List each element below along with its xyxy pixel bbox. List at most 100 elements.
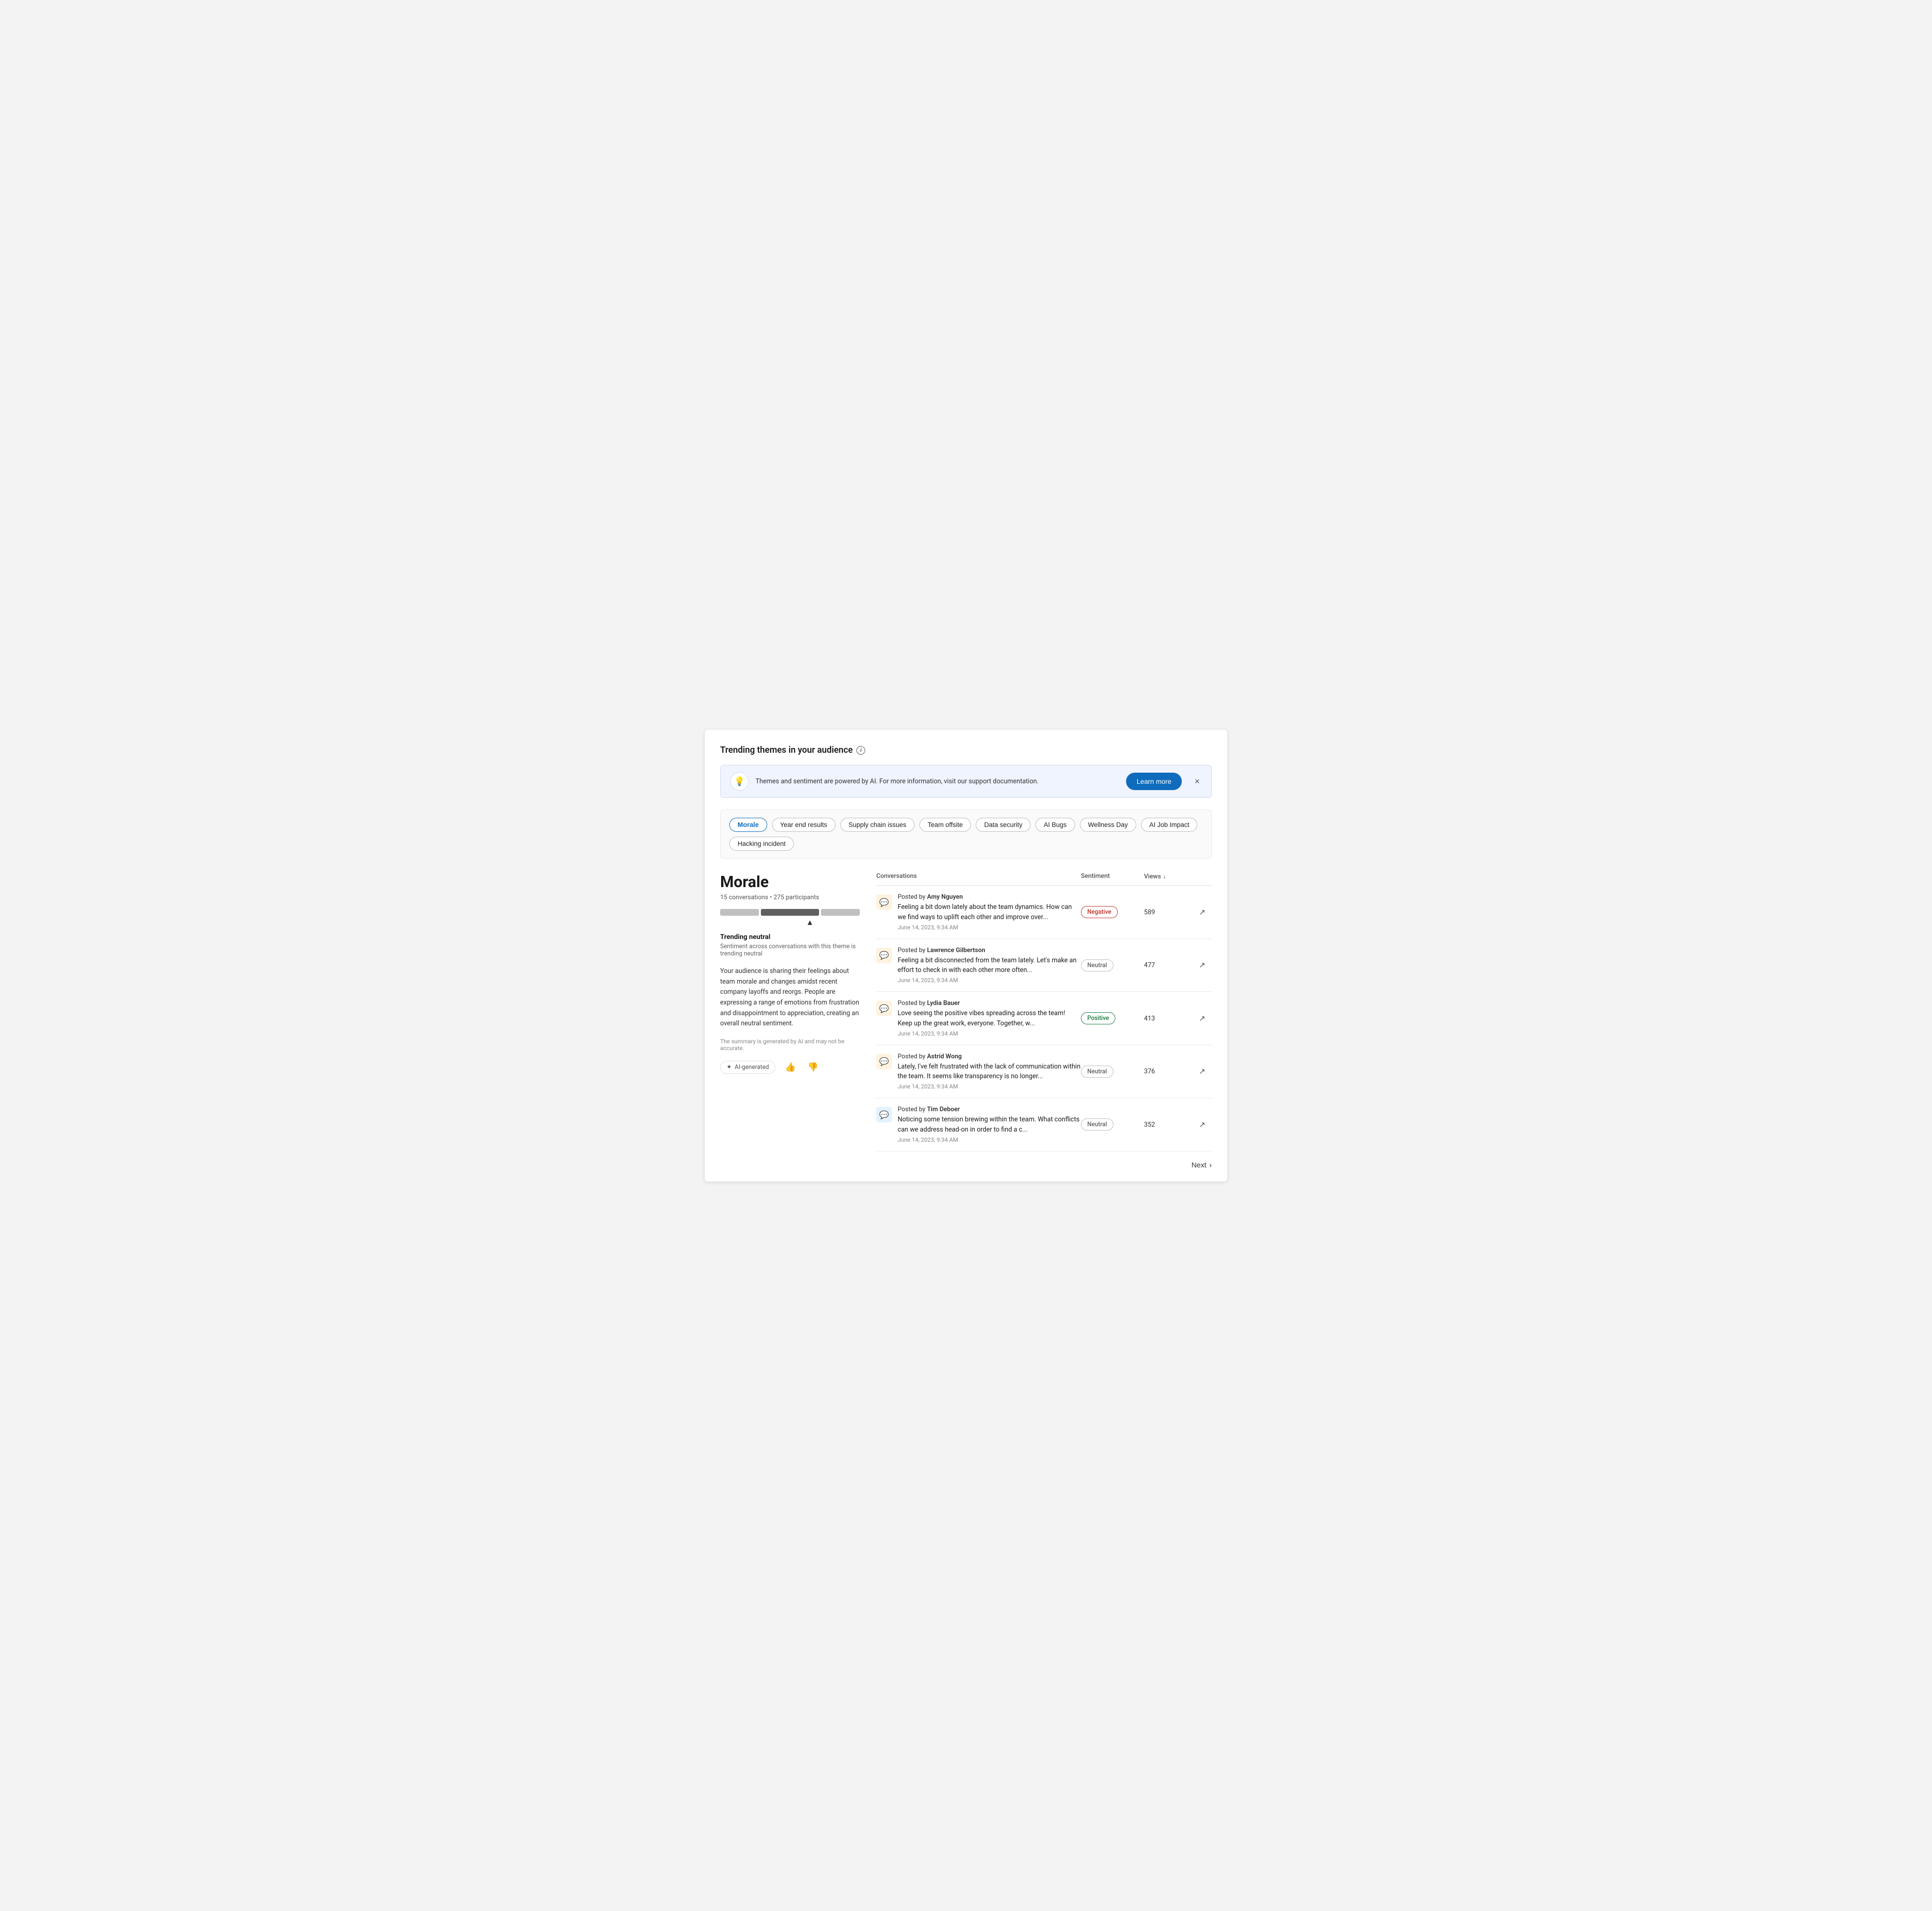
trend-button[interactable]: ↗ xyxy=(1197,906,1207,919)
page-title: Trending themes in your audience xyxy=(720,745,853,755)
sentiment-cell: Negative xyxy=(1081,906,1144,918)
conv-author: Posted by Astrid Wong xyxy=(898,1053,1081,1060)
theme-description: Your audience is sharing their feelings … xyxy=(720,966,861,1029)
trend-button[interactable]: ↗ xyxy=(1197,1065,1207,1078)
next-button[interactable]: Next › xyxy=(1191,1161,1212,1170)
table-row: 💬 Posted by Lydia Bauer Love seeing the … xyxy=(876,992,1212,1045)
conv-body: Posted by Lydia Bauer Love seeing the po… xyxy=(898,1000,1081,1037)
conv-text: Feeling a bit disconnected from the team… xyxy=(898,956,1081,975)
sentiment-badge: Neutral xyxy=(1081,1118,1113,1131)
theme-meta: 15 conversations • 275 participants xyxy=(720,894,861,901)
conv-author: Posted by Lydia Bauer xyxy=(898,1000,1081,1007)
ai-badge-label: AI-generated xyxy=(735,1064,769,1071)
conv-content: 💬 Posted by Tim Deboer Noticing some ten… xyxy=(876,1106,1081,1143)
ai-banner: 💡 Themes and sentiment are powered by AI… xyxy=(720,765,1212,798)
meta-separator: • xyxy=(770,894,773,901)
tag-wellness-day[interactable]: Wellness Day xyxy=(1080,818,1136,832)
main-container: Trending themes in your audience i 💡 The… xyxy=(704,729,1228,1182)
trend-icon-cell: ↗ xyxy=(1192,906,1212,919)
conv-author: Posted by Lawrence Gilbertson xyxy=(898,947,1081,954)
views-cell: 352 xyxy=(1144,1121,1192,1129)
trending-label: Trending neutral xyxy=(720,933,861,941)
table-row: 💬 Posted by Astrid Wong Lately, I've fel… xyxy=(876,1045,1212,1099)
col-conversations: Conversations xyxy=(876,873,1081,880)
right-panel: Conversations Sentiment Views ↓ 💬 Posted… xyxy=(876,873,1212,1170)
sentiment-badge: Neutral xyxy=(1081,1066,1113,1078)
tag-team-offsite[interactable]: Team offsite xyxy=(919,818,971,832)
views-cell: 589 xyxy=(1144,908,1192,916)
trend-icon-cell: ↗ xyxy=(1192,958,1212,972)
conversations-count: 15 conversations xyxy=(720,894,768,901)
conv-content: 💬 Posted by Astrid Wong Lately, I've fel… xyxy=(876,1053,1081,1090)
ai-generated-badge: ✦ AI-generated xyxy=(720,1061,775,1074)
trend-icon-cell: ↗ xyxy=(1192,1118,1212,1132)
page-title-row: Trending themes in your audience i xyxy=(720,745,1212,755)
conv-date: June 14, 2023, 9:34 AM xyxy=(898,977,1081,984)
conv-body: Posted by Lawrence Gilbertson Feeling a … xyxy=(898,947,1081,984)
trend-button[interactable]: ↗ xyxy=(1197,1012,1207,1025)
banner-close-button[interactable]: × xyxy=(1192,775,1202,789)
ai-banner-text: Themes and sentiment are powered by AI. … xyxy=(756,777,1119,785)
trend-icon-cell: ↗ xyxy=(1192,1065,1212,1078)
tag-ai-job-impact[interactable]: AI Job Impact xyxy=(1141,818,1198,832)
next-label: Next xyxy=(1191,1161,1207,1169)
thumbdown-button[interactable]: 👎 xyxy=(805,1060,820,1074)
trend-button[interactable]: ↗ xyxy=(1197,1118,1207,1132)
info-icon[interactable]: i xyxy=(856,746,865,755)
views-cell: 477 xyxy=(1144,961,1192,969)
tag-data-security[interactable]: Data security xyxy=(976,818,1030,832)
table-row: 💬 Posted by Tim Deboer Noticing some ten… xyxy=(876,1098,1212,1151)
sentiment-badge: Neutral xyxy=(1081,959,1113,972)
main-content: Morale 15 conversations • 275 participan… xyxy=(720,873,1212,1170)
conv-body: Posted by Astrid Wong Lately, I've felt … xyxy=(898,1053,1081,1090)
conv-author: Posted by Tim Deboer xyxy=(898,1106,1081,1113)
table-row: 💬 Posted by Lawrence Gilbertson Feeling … xyxy=(876,939,1212,992)
conv-text: Lately, I've felt frustrated with the la… xyxy=(898,1062,1081,1082)
thumbup-button[interactable]: 👍 xyxy=(783,1060,798,1074)
conv-icon: 💬 xyxy=(876,948,892,963)
sentiment-cell: Neutral xyxy=(1081,1066,1144,1078)
participants-count: 275 participants xyxy=(773,894,819,901)
conv-text: Feeling a bit down lately about the team… xyxy=(898,902,1081,922)
triangle-indicator: ▲ xyxy=(759,918,861,927)
sentiment-cell: Positive xyxy=(1081,1012,1144,1024)
learn-more-button[interactable]: Learn more xyxy=(1126,773,1182,790)
theme-title: Morale xyxy=(720,873,861,891)
conv-content: 💬 Posted by Lawrence Gilbertson Feeling … xyxy=(876,947,1081,984)
tag-year-end[interactable]: Year end results xyxy=(772,818,836,832)
col-views: Views ↓ xyxy=(1144,873,1192,880)
bar-positive xyxy=(821,909,860,916)
tag-morale[interactable]: Morale xyxy=(729,818,767,832)
sentiment-badge: Negative xyxy=(1081,906,1118,918)
col-sentiment: Sentiment xyxy=(1081,873,1144,880)
conv-icon: 💬 xyxy=(876,894,892,910)
sentiment-bar xyxy=(720,909,861,916)
views-cell: 413 xyxy=(1144,1015,1192,1022)
conv-content: 💬 Posted by Lydia Bauer Love seeing the … xyxy=(876,1000,1081,1037)
sentiment-cell: Neutral xyxy=(1081,959,1144,972)
conv-text: Noticing some tension brewing within the… xyxy=(898,1115,1081,1134)
conv-date: June 14, 2023, 9:34 AM xyxy=(898,924,1081,931)
trend-button[interactable]: ↗ xyxy=(1197,958,1207,972)
sentiment-badge: Positive xyxy=(1081,1012,1115,1024)
trending-sub: Sentiment across conversations with this… xyxy=(720,943,861,957)
col-actions xyxy=(1192,873,1212,880)
bar-negative xyxy=(720,909,759,916)
conv-author: Posted by Amy Nguyen xyxy=(898,893,1081,901)
conv-content: 💬 Posted by Amy Nguyen Feeling a bit dow… xyxy=(876,893,1081,931)
views-cell: 376 xyxy=(1144,1068,1192,1075)
left-panel: Morale 15 conversations • 275 participan… xyxy=(720,873,861,1170)
tag-ai-bugs[interactable]: AI Bugs xyxy=(1035,818,1075,832)
table-row: 💬 Posted by Amy Nguyen Feeling a bit dow… xyxy=(876,886,1212,939)
conv-text: Love seeing the positive vibes spreading… xyxy=(898,1008,1081,1028)
conv-icon: 💬 xyxy=(876,1001,892,1016)
conv-icon: 💬 xyxy=(876,1107,892,1122)
conv-date: June 14, 2023, 9:34 AM xyxy=(898,1083,1081,1090)
trend-icon-cell: ↗ xyxy=(1192,1012,1212,1025)
conversations-table: 💬 Posted by Amy Nguyen Feeling a bit dow… xyxy=(876,886,1212,1151)
tag-supply-chain[interactable]: Supply chain issues xyxy=(840,818,915,832)
bar-neutral xyxy=(761,909,819,916)
conv-body: Posted by Tim Deboer Noticing some tensi… xyxy=(898,1106,1081,1143)
chevron-right-icon: › xyxy=(1209,1161,1212,1170)
tag-hacking-incident[interactable]: Hacking incident xyxy=(729,837,794,851)
